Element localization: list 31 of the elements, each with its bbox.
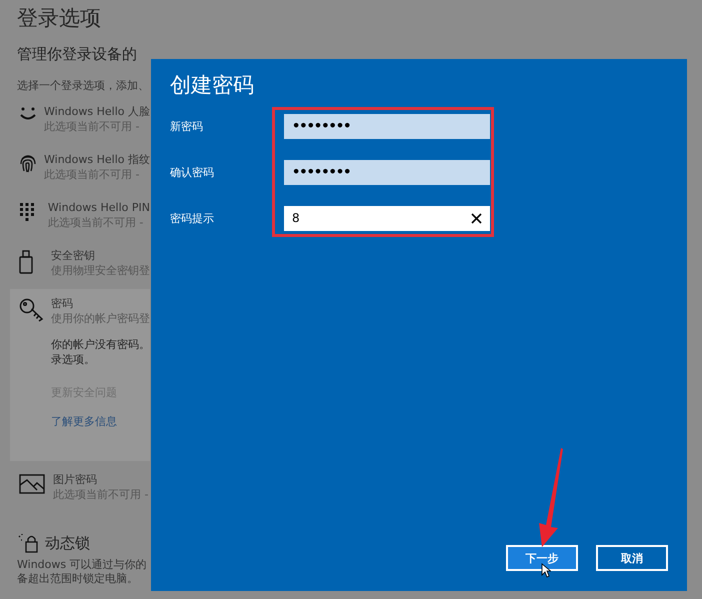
option-description: 你的帐户没有密码。 录选项。 [51,337,150,367]
image-icon [19,474,45,494]
key-icon [19,298,45,322]
section-text: Windows 可以通过与你的 备超出范围时锁定电脑。 [17,558,148,586]
keypad-icon [19,202,35,222]
cursor-icon [541,563,551,578]
clear-icon[interactable] [471,212,482,224]
page-title: 登录选项 [17,5,102,32]
section-title: 动态锁 [45,534,90,552]
option-name: 图片密码 [53,472,98,487]
field-label: 新密码 [170,118,204,134]
cancel-button[interactable]: 取消 [596,545,668,571]
smiley-icon [19,106,37,122]
option-name: 密码 [51,296,74,311]
fingerprint-icon [19,154,37,174]
usb-key-icon [19,250,33,274]
option-status: 使用你的帐户密码登 [51,311,150,326]
hint-field[interactable]: 8 [284,206,490,230]
field-label: 确认密码 [170,164,215,180]
field-label: 密码提示 [170,210,215,226]
option-name: Windows Hello 指纹 [44,152,150,167]
learn-more-link[interactable]: 了解更多信息 [51,414,150,429]
next-button[interactable]: 下一步 [506,545,578,571]
page-subtitle: 管理你登录设备的 [17,44,138,64]
intro-text: 选择一个登录选项，添加、 [17,78,150,93]
password-field[interactable]: •••••••• [284,114,490,138]
option-name: Windows Hello PIN [48,200,150,215]
option-name: Windows Hello 人脸 [44,104,150,119]
password-field[interactable]: •••••••• [284,160,490,184]
dialog-title: 创建密码 [170,72,255,99]
option-name: 安全密钥 [51,248,96,263]
